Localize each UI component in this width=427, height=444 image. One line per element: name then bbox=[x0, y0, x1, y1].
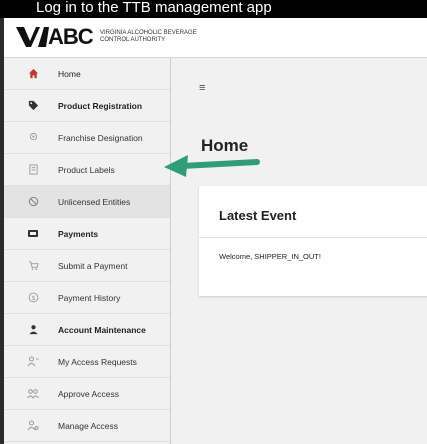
sidebar-item-account-maintenance[interactable]: Account Maintenance bbox=[4, 314, 170, 346]
payments-icon bbox=[26, 227, 40, 241]
sidebar-item-payments[interactable]: Payments bbox=[4, 218, 170, 250]
cart-icon bbox=[26, 259, 40, 273]
sidebar-item-franchise-designation[interactable]: Franchise Designation bbox=[4, 122, 170, 154]
sidebar-item-label: Approve Access bbox=[58, 388, 119, 399]
app-frame: ABC VIRGINIA ALCOHOLIC BEVERAGE CONTROL … bbox=[4, 18, 427, 444]
welcome-message: Welcome, SHIPPER_IN_OUT! bbox=[219, 252, 321, 261]
sidebar-nav: Home Product Registration Franchise Desi… bbox=[4, 58, 171, 444]
unlicensed-icon bbox=[26, 195, 40, 209]
location-icon bbox=[26, 131, 40, 145]
sidebar-item-my-access-requests[interactable]: My Access Requests bbox=[4, 346, 170, 378]
tag-icon bbox=[26, 99, 40, 113]
logo-subtitle: VIRGINIA ALCOHOLIC BEVERAGE CONTROL AUTH… bbox=[100, 30, 197, 43]
sidebar-item-payment-history[interactable]: $ Payment History bbox=[4, 282, 170, 314]
document-icon bbox=[26, 163, 40, 177]
home-icon bbox=[26, 67, 40, 81]
approve-access-icon bbox=[26, 387, 40, 401]
sidebar-item-label: Franchise Designation bbox=[58, 132, 143, 143]
sidebar-item-product-registration[interactable]: Product Registration bbox=[4, 90, 170, 122]
sidebar-item-label: Product Labels bbox=[58, 164, 115, 175]
menu-toggle-icon[interactable]: ≡ bbox=[199, 82, 205, 94]
sidebar-item-product-labels[interactable]: Product Labels bbox=[4, 154, 170, 186]
sidebar-item-label: Home bbox=[58, 68, 81, 79]
sidebar-item-label: Submit a Payment bbox=[58, 260, 128, 271]
svg-text:$: $ bbox=[31, 294, 35, 302]
card-title: Latest Event bbox=[219, 208, 297, 223]
top-caption: Log in to the TTB management app bbox=[0, 0, 427, 18]
sidebar-item-label: Unlicensed Entities bbox=[58, 196, 131, 207]
sidebar-item-manage-access[interactable]: Manage Access bbox=[4, 410, 170, 442]
sidebar-item-home[interactable]: Home bbox=[4, 58, 170, 90]
sidebar-item-label: Account Maintenance bbox=[58, 324, 146, 335]
access-request-icon bbox=[26, 355, 40, 369]
pointer-arrow-icon bbox=[164, 155, 260, 177]
sidebar-item-approve-access[interactable]: Approve Access bbox=[4, 378, 170, 410]
sidebar-item-submit-payment[interactable]: Submit a Payment bbox=[4, 250, 170, 282]
dollar-circle-icon: $ bbox=[26, 291, 40, 305]
sidebar-item-unlicensed-entities[interactable]: Unlicensed Entities bbox=[4, 186, 170, 218]
card-divider bbox=[199, 237, 427, 238]
manage-access-icon bbox=[26, 419, 40, 433]
logo-abc-text: ABC bbox=[48, 24, 94, 49]
sidebar-item-label: Payment History bbox=[58, 292, 121, 303]
header-logo-bar: ABC VIRGINIA ALCOHOLIC BEVERAGE CONTROL … bbox=[4, 18, 427, 58]
sidebar-item-label: Manage Access bbox=[58, 420, 119, 431]
sidebar-item-label: Payments bbox=[58, 228, 99, 239]
latest-event-card: Latest Event Welcome, SHIPPER_IN_OUT! bbox=[199, 186, 427, 296]
person-icon bbox=[26, 323, 40, 337]
sidebar-item-label: My Access Requests bbox=[58, 356, 137, 367]
sidebar-item-label: Product Registration bbox=[58, 100, 143, 111]
main-content: ≡ Home Latest Event Welcome, SHIPPER_IN_… bbox=[171, 58, 427, 444]
